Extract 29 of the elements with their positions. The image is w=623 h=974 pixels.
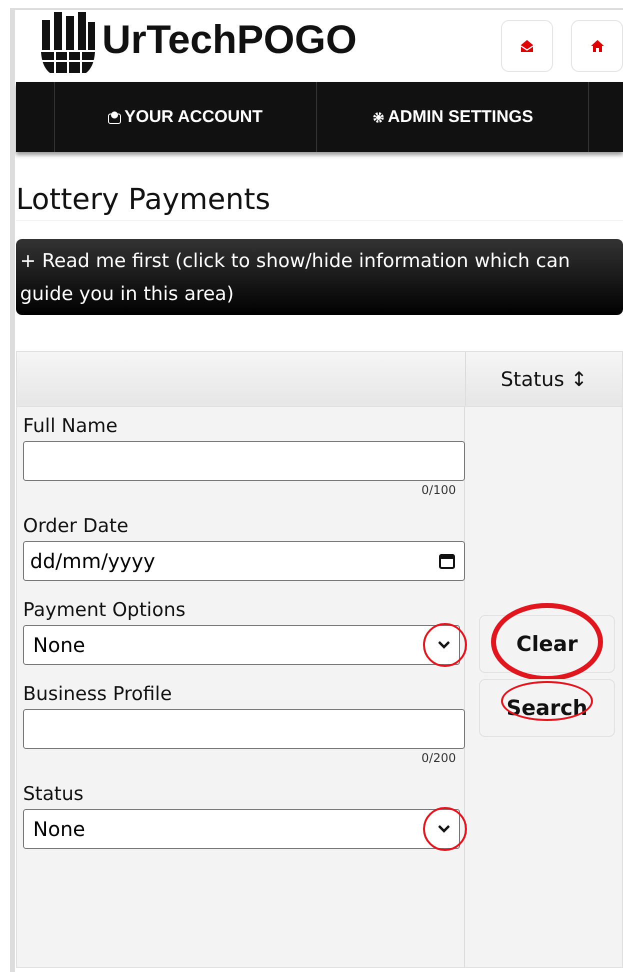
settings-icon (372, 110, 385, 124)
nav-link[interactable]: YOUR ACCOUNT (55, 82, 317, 152)
field-label: Business Profile (23, 683, 173, 705)
logo-text: UrTechPOGO (102, 20, 357, 64)
logo-icon (40, 12, 96, 74)
field-label: Status (23, 783, 85, 805)
info-toggle-bar[interactable]: + Read me first (click to show/hide information which can guide you in this area) (16, 239, 623, 315)
action-button[interactable]: Clear (479, 615, 615, 673)
field-label: Payment Options (23, 599, 187, 621)
character-counter: 0/100 (421, 483, 456, 497)
date-field[interactable]: dd/mm/yyyy (23, 541, 465, 581)
home-icon (590, 40, 604, 52)
character-counter: 0/200 (421, 751, 456, 765)
mail-button[interactable] (501, 20, 553, 72)
dropdown-field[interactable]: None (23, 809, 460, 849)
mail-icon (520, 40, 534, 52)
field-label: Full Name (23, 415, 119, 437)
calendar-icon (438, 552, 456, 570)
dropdown-field[interactable]: None (23, 625, 460, 665)
page-title: Lottery Payments (16, 182, 623, 221)
chevron-icon (437, 824, 451, 834)
text-field[interactable] (23, 441, 465, 481)
action-button[interactable]: Search (479, 679, 615, 737)
nav-link[interactable]: ADMIN SETTINGS (317, 82, 589, 152)
field-label: Order Date (23, 515, 130, 537)
text-field[interactable] (23, 709, 465, 749)
chevron-icon (437, 640, 451, 650)
envelope-icon (108, 110, 122, 124)
home-button[interactable] (571, 20, 623, 72)
